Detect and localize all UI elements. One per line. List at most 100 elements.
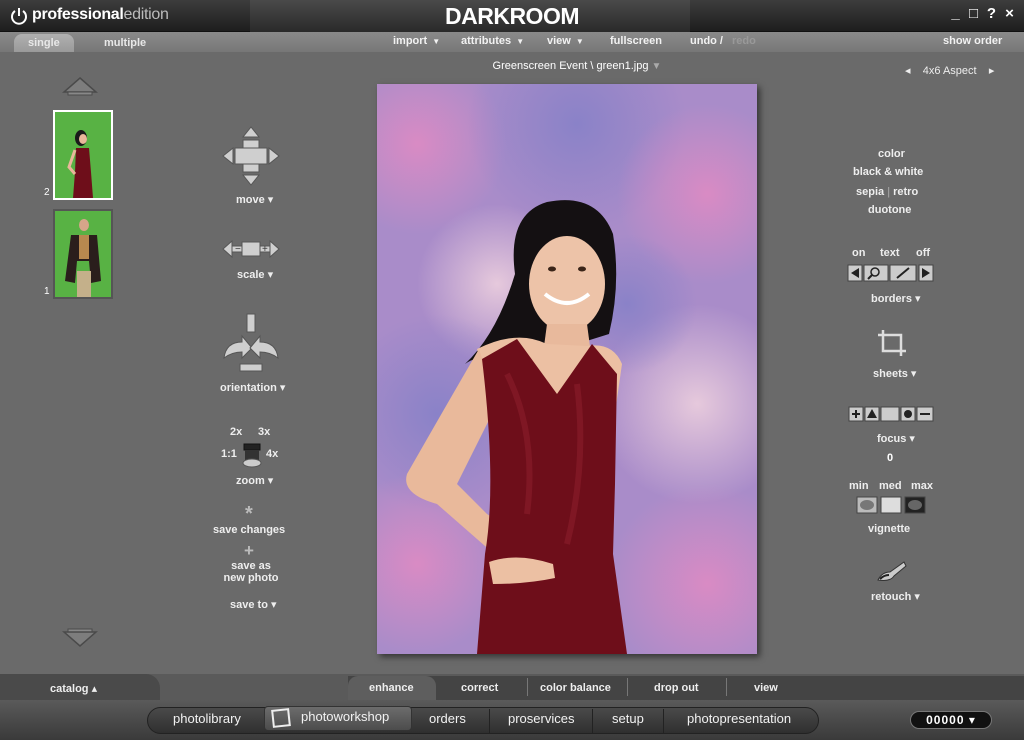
help-icon[interactable]: ? [985, 5, 998, 23]
save-as-line2: new photo [223, 572, 279, 584]
zoom-button[interactable]: zoom ▾ [236, 474, 273, 487]
focus-value: 0 [887, 452, 894, 464]
thumbnail-image [55, 211, 111, 297]
divider [726, 678, 727, 696]
border-text-label: text [880, 247, 900, 259]
chevron-down-icon: ▼ [432, 37, 441, 46]
thumbnail-image [55, 112, 111, 198]
asterisk-icon: * [245, 503, 253, 525]
thumbnail-green2[interactable] [53, 209, 113, 299]
import-menu[interactable]: import ▼ [393, 35, 440, 47]
dock-orders[interactable]: orders [429, 711, 466, 726]
dock-photoworkshop[interactable]: photoworkshop [301, 709, 389, 724]
redo-button[interactable]: redo [732, 35, 756, 47]
aspect-next-icon[interactable]: ▸ [989, 65, 995, 77]
file-path[interactable]: Greenscreen Event \ green1.jpg ▼ [0, 60, 1024, 72]
scale-icon[interactable]: − + [222, 237, 280, 261]
vignette-med-label: med [879, 480, 902, 492]
retouch-button[interactable]: retouch ▾ [871, 590, 920, 603]
tab-drop-out[interactable]: drop out [654, 682, 699, 694]
color-mode-retro[interactable]: retro [893, 186, 918, 198]
menu-bar: single multiple import ▼ attributes ▼ vi… [0, 32, 1024, 52]
tab-color-balance[interactable]: color balance [540, 682, 611, 694]
scroll-up-arrow-icon[interactable] [62, 76, 98, 96]
attributes-menu[interactable]: attributes ▼ [461, 35, 524, 47]
aspect-selector: ◂ 4x6 Aspect ▸ [905, 64, 994, 77]
save-to-button[interactable]: save to ▾ [230, 598, 277, 611]
aspect-prev-icon[interactable]: ◂ [905, 65, 911, 77]
plus-icon: + [244, 541, 254, 560]
zoom-3x[interactable]: 3x [258, 426, 270, 438]
view-menu[interactable]: view ▼ [547, 35, 584, 47]
dock-proservices[interactable]: proservices [508, 711, 574, 726]
border-off-label: off [916, 247, 931, 259]
divider [527, 678, 528, 696]
color-mode-sepia[interactable]: sepia [856, 186, 884, 198]
svg-text:−: − [235, 244, 241, 255]
undo-button[interactable]: undo / [690, 35, 723, 47]
border-controls[interactable] [847, 264, 935, 282]
app-window: professionaledition DARKROOM _ □ ? × sin… [0, 0, 1024, 740]
brush-icon[interactable] [876, 560, 908, 582]
scale-button[interactable]: scale ▾ [237, 268, 273, 281]
zoom-4x[interactable]: 4x [266, 448, 278, 460]
show-order-button[interactable]: show order [943, 35, 1002, 47]
separator: | [887, 186, 891, 198]
main-photo[interactable] [377, 84, 757, 654]
divider [592, 709, 593, 733]
maximize-icon[interactable]: □ [967, 5, 980, 23]
vignette-max-label: max [911, 480, 934, 492]
svg-text:+: + [262, 244, 268, 255]
tab-single[interactable]: single [14, 34, 74, 52]
color-mode-bw[interactable]: black & white [853, 166, 923, 178]
tab-enhance[interactable]: enhance [369, 682, 414, 694]
tab-multiple[interactable]: multiple [90, 34, 160, 52]
chevron-down-icon: ▼ [651, 61, 662, 72]
zoom-1-1[interactable]: 1:1 [221, 448, 237, 460]
orientation-button[interactable]: orientation ▾ [220, 381, 285, 394]
scroll-down-arrow-icon[interactable] [62, 628, 98, 648]
focus-button[interactable]: focus ▾ [877, 432, 915, 445]
chevron-down-icon: ▼ [516, 37, 525, 46]
aspect-value: 4x6 [922, 65, 941, 77]
divider [627, 678, 628, 696]
attributes-label: attributes [461, 35, 512, 47]
divider [663, 709, 664, 733]
tab-correct[interactable]: correct [461, 682, 498, 694]
color-mode-sepia-retro: sepia | retro [856, 186, 918, 198]
save-as-new-photo-button[interactable]: save as new photo [222, 560, 280, 584]
file-path-text: Greenscreen Event \ green1.jpg [492, 60, 649, 72]
window-controls: _ □ ? × [949, 5, 1016, 23]
dock-setup[interactable]: setup [612, 711, 644, 726]
minimize-icon[interactable]: _ [949, 5, 962, 23]
catalog-button[interactable]: catalog ▴ [50, 682, 97, 695]
fullscreen-button[interactable]: fullscreen [610, 35, 662, 47]
brand-logo: DARKROOM [445, 3, 580, 29]
dock-photopresentation[interactable]: photopresentation [687, 711, 791, 726]
vignette-min-label: min [849, 480, 869, 492]
save-changes-button[interactable]: save changes [213, 524, 285, 536]
sheets-button[interactable]: sheets ▾ [873, 367, 916, 380]
rotate-icon[interactable] [220, 312, 282, 374]
move-button[interactable]: move ▾ [236, 193, 273, 206]
close-icon[interactable]: × [1003, 5, 1016, 23]
focus-controls[interactable] [848, 406, 936, 422]
crop-icon[interactable] [877, 329, 907, 357]
vignette-controls[interactable] [856, 496, 928, 514]
zoom-2x[interactable]: 2x [230, 426, 242, 438]
color-mode-duotone[interactable]: duotone [868, 204, 911, 216]
move-icon[interactable] [222, 126, 280, 186]
color-mode-color[interactable]: color [878, 148, 905, 160]
dock-photolibrary[interactable]: photolibrary [173, 711, 241, 726]
save-as-line1: save as [231, 560, 271, 572]
vignette-label: vignette [868, 523, 911, 535]
borders-button[interactable]: borders ▾ [871, 292, 921, 305]
view-label: view [547, 35, 571, 47]
zoom-dial-icon[interactable] [242, 442, 262, 468]
order-counter[interactable]: 00000 ▾ [910, 711, 992, 729]
import-label: import [393, 35, 428, 47]
photoworkshop-icon [271, 708, 291, 728]
tab-view[interactable]: view [754, 682, 778, 694]
thumbnail-green1[interactable] [53, 110, 113, 200]
divider [489, 709, 490, 733]
